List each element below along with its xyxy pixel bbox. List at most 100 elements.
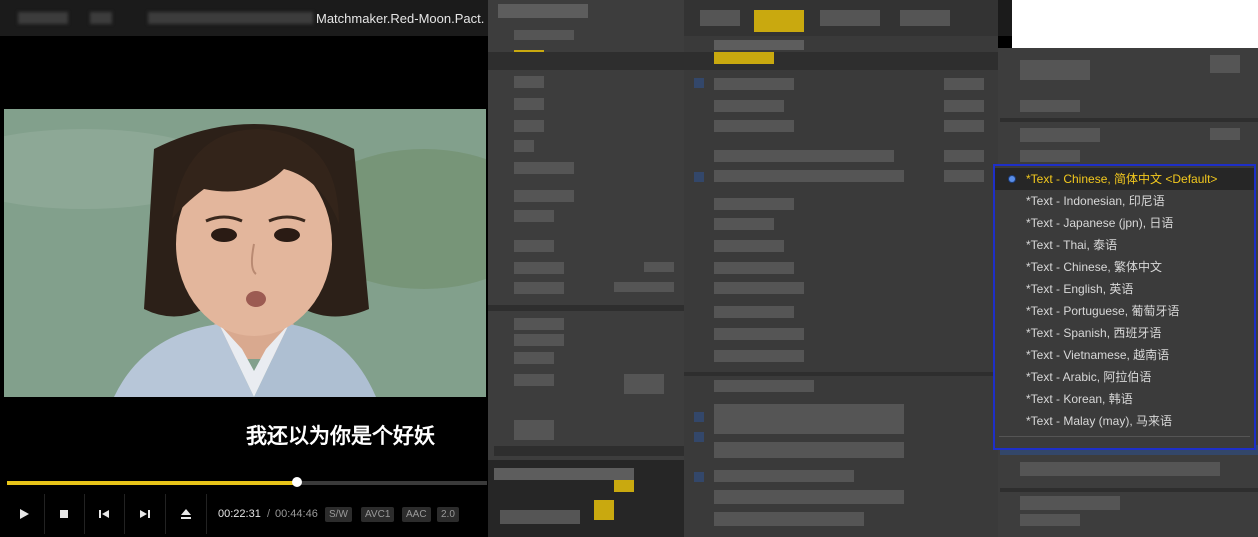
play-icon — [20, 509, 29, 519]
control-bar: 00:22:31 / 00:44:46 S/W AVC1 AAC 2.0 — [0, 494, 490, 537]
pixelated-block — [714, 40, 804, 50]
subtitle-track-label: *Text - Arabic, 阿拉伯语 — [1026, 370, 1152, 384]
subtitle-track-item[interactable]: *Text - Thai, 泰语 — [995, 234, 1254, 256]
previous-icon — [99, 510, 109, 518]
subtitle-track-item[interactable]: *Text - Arabic, 阿拉伯语 — [995, 366, 1254, 388]
pixelated-block — [714, 78, 794, 90]
pixelated-block — [1020, 60, 1090, 80]
video-frame[interactable] — [4, 109, 486, 397]
subtitle-track-item[interactable]: *Text - Korean, 韩语 — [995, 388, 1254, 410]
pixelated-block — [714, 350, 804, 362]
pixelated-block — [514, 334, 564, 346]
pixelated-block — [684, 372, 998, 376]
pixelated-block — [754, 10, 804, 32]
subtitle-track-menu: *Text - Chinese, 简体中文 <Default> *Text - I… — [993, 164, 1256, 450]
subtitle-track-label: *Text - Japanese (jpn), 日语 — [1026, 216, 1174, 230]
pixelated-block — [714, 120, 794, 132]
play-button[interactable] — [4, 494, 45, 534]
pixelated-block — [514, 140, 534, 152]
pixelated-block — [714, 470, 854, 482]
pixelated-block — [500, 510, 580, 524]
pixelated-block — [714, 150, 894, 162]
subtitle-track-item[interactable]: *Text - Chinese, 繁体中文 — [995, 256, 1254, 278]
subtitle-track-item[interactable]: *Text - English, 英语 — [995, 278, 1254, 300]
pixelated-block — [514, 420, 554, 440]
pixelated-block — [488, 52, 684, 70]
pixelated-block — [944, 150, 984, 162]
subtitle-text: 我还以为你是个好妖 — [246, 424, 435, 448]
subtitle-track-item[interactable]: *Text - Vietnamese, 越南语 — [995, 344, 1254, 366]
subtitle-track-item[interactable]: *Text - Spanish, 西班牙语 — [995, 322, 1254, 344]
subtitle-track-item[interactable]: *Text - Indonesian, 印尼语 — [995, 190, 1254, 212]
pixelated-block — [1000, 488, 1258, 492]
pixelated-block — [944, 170, 984, 182]
pixelated-block — [1020, 462, 1220, 476]
pixelated-block — [644, 262, 674, 272]
pixelated-block — [714, 380, 814, 392]
pixelated-block — [614, 282, 674, 292]
pixelated-block — [514, 240, 554, 252]
pixelated-block — [694, 472, 704, 482]
pixelated-block — [1020, 128, 1100, 142]
pixelated-block — [494, 446, 684, 456]
pixelated-block — [714, 442, 904, 458]
subtitle-track-label: *Text - Spanish, 西班牙语 — [1026, 326, 1162, 340]
pixelated-block — [514, 262, 564, 274]
pixelated-block — [714, 218, 774, 230]
pixelated-block — [944, 100, 984, 112]
stop-button[interactable] — [44, 494, 85, 534]
pixelated-block — [488, 305, 684, 311]
pixelated-block — [514, 120, 544, 132]
audio-channels-badge[interactable]: 2.0 — [437, 507, 459, 522]
pixelated-block — [514, 162, 574, 174]
pixelated-block — [514, 352, 554, 364]
subtitle-track-item[interactable]: *Text - Japanese (jpn), 日语 — [995, 212, 1254, 234]
blurred-text — [148, 12, 313, 24]
pixelated-block — [514, 318, 564, 330]
video-codec-badge[interactable]: AVC1 — [361, 507, 395, 522]
pixelated-block — [714, 328, 804, 340]
pixelated-block — [514, 76, 544, 88]
pixelated-block — [514, 98, 544, 110]
stop-icon — [60, 510, 68, 518]
subtitle-track-label: *Text - Chinese, 简体中文 <Default> — [1026, 172, 1218, 186]
pixelated-block — [1020, 100, 1080, 112]
pixelated-block — [700, 10, 740, 26]
pixelated-block — [714, 240, 784, 252]
previous-button[interactable] — [84, 494, 125, 534]
pixelated-block — [714, 490, 904, 504]
pixelated-block — [514, 374, 554, 386]
eject-button[interactable] — [166, 494, 207, 534]
seek-handle[interactable] — [292, 477, 303, 487]
pixelated-block — [714, 100, 784, 112]
total-duration: 00:44:46 — [275, 508, 318, 520]
subtitle-track-label: *Text - English, 英语 — [1026, 282, 1134, 296]
subtitle-track-item[interactable]: *Text - Malay (may), 马来语 — [995, 410, 1254, 432]
pixelated-block — [498, 4, 588, 18]
pixelated-block — [1210, 128, 1240, 140]
pixelated-block — [494, 468, 634, 480]
pixelated-block — [614, 480, 634, 492]
subtitle-track-label: *Text - Chinese, 繁体中文 — [1026, 260, 1163, 274]
subtitle-track-item[interactable]: *Text - Chinese, 简体中文 <Default> — [995, 168, 1254, 190]
pixelated-block — [714, 282, 804, 294]
subtitle-renderer-badge[interactable]: S/W — [325, 507, 352, 522]
pixelated-block — [1020, 514, 1080, 526]
pixelated-block — [1000, 118, 1258, 122]
subtitle-track-item[interactable]: *Text - Portuguese, 葡萄牙语 — [995, 300, 1254, 322]
next-icon — [140, 510, 150, 518]
pixelated-block — [624, 374, 664, 394]
pixelated-block — [714, 404, 904, 434]
seek-bar[interactable] — [7, 477, 487, 487]
pixelated-block — [514, 282, 564, 294]
pixelated-block — [714, 198, 794, 210]
subtitle-track-label: *Text - Malay (may), 马来语 — [1026, 414, 1173, 428]
next-button[interactable] — [125, 494, 166, 534]
pixelated-block — [694, 432, 704, 442]
audio-codec-badge[interactable]: AAC — [402, 507, 431, 522]
window-title: Matchmaker.Red-Moon.Pact. — [316, 11, 485, 26]
pixelated-block — [714, 170, 904, 182]
pixelated-block — [514, 190, 574, 202]
subtitle-track-label: *Text - Korean, 韩语 — [1026, 392, 1133, 406]
subtitle-track-label: *Text - Portuguese, 葡萄牙语 — [1026, 304, 1180, 318]
